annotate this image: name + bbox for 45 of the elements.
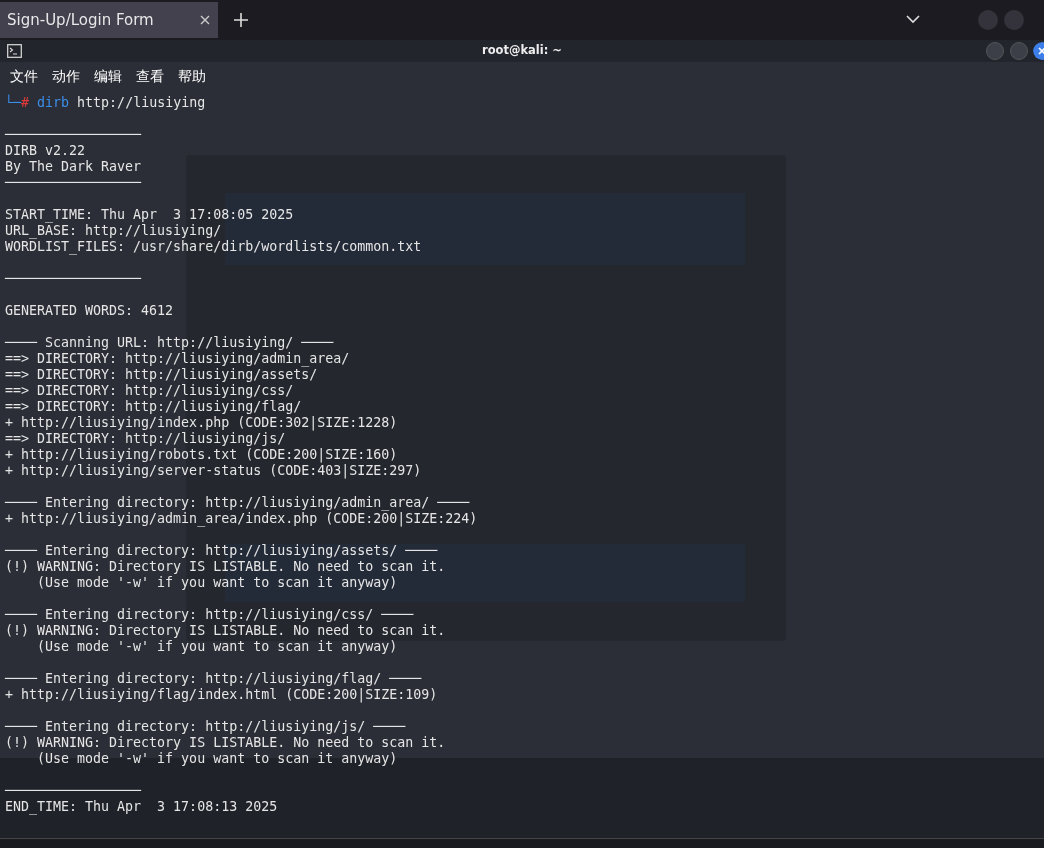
terminal-line: (!) WARNING: Directory IS LISTABLE. No need to scan it. — [5, 559, 446, 574]
terminal-line: (!) WARNING: Directory IS LISTABLE. No need to scan it. — [5, 735, 446, 750]
terminal-line: ==> DIRECTORY: http://liusiying/js/ — [5, 431, 286, 446]
terminal-line: WORDLIST_FILES: /usr/share/dirb/wordlists/common.txt — [5, 239, 422, 254]
chevron-down-icon[interactable] — [905, 12, 921, 26]
window-title: root@kali: ~ — [482, 43, 562, 57]
terminal-line: ==> DIRECTORY: http://liusiying/admin_area/ — [5, 351, 350, 366]
menu-item[interactable]: 动作 — [52, 68, 80, 86]
terminal-line: (!) WARNING: Directory IS LISTABLE. No need to scan it. — [5, 623, 446, 638]
terminal-line: + http://liusiying/admin_area/index.php (CODE:200|SIZE:224) — [5, 511, 478, 526]
terminal-line: + http://liusiying/robots.txt (CODE:200|SIZE:160) — [5, 447, 398, 462]
close-icon[interactable] — [200, 15, 210, 25]
terminal-line: (Use mode '-w' if you want to scan it anyway) — [36, 575, 398, 590]
terminal-line: DIRB v2.22 — [5, 143, 86, 158]
terminal-line: ───────────────── — [5, 783, 142, 798]
terminal-line: ==> DIRECTORY: http://liusiying/flag/ — [5, 399, 302, 414]
terminal-line: ──── Scanning URL: http://liusiying/ ──── — [5, 335, 334, 350]
terminal-line: (Use mode '-w' if you want to scan it anyway) — [36, 751, 398, 766]
plus-icon[interactable] — [232, 11, 250, 29]
terminal-line: ──── Entering directory: http://liusiying/admin_area/ ──── — [5, 495, 470, 510]
terminal-line: ───────────────── — [5, 271, 142, 286]
terminal-line: ──── Entering directory: http://liusiying/css/ ──── — [5, 607, 414, 622]
menu-item[interactable]: 文件 — [10, 68, 38, 86]
terminal-line: ==> DIRECTORY: http://liusiying/assets/ — [5, 367, 318, 382]
terminal-line: START_TIME: Thu Apr 3 17:08:05 2025 — [5, 207, 294, 222]
browser-tab[interactable]: Sign-Up/Login Form — [0, 2, 218, 38]
terminal-line: ───────────────── — [5, 127, 142, 142]
terminal-line: (Use mode '-w' if you want to scan it anyway) — [36, 639, 398, 654]
terminal-line: + http://liusiying/flag/index.html (CODE:200|SIZE:109) — [5, 687, 438, 702]
command-line: └─# dirb http://liusiying — [5, 95, 207, 111]
menu-item[interactable]: 查看 — [136, 68, 164, 86]
terminal-line: ==> DIRECTORY: http://liusiying/css/ — [5, 383, 294, 398]
terminal-line: END_TIME: Thu Apr 3 17:08:13 2025 — [5, 799, 278, 814]
terminal-line: ──── Entering directory: http://liusiying/flag/ ──── — [5, 671, 422, 686]
terminal-line: ──── Entering directory: http://liusiying/js/ ──── — [5, 719, 406, 734]
terminal-icon — [7, 44, 22, 58]
terminal-line: + http://liusiying/server-status (CODE:403|SIZE:297) — [5, 463, 422, 478]
terminal-line: + http://liusiying/index.php (CODE:302|SIZE:1228) — [5, 415, 398, 430]
terminal-line: URL_BASE: http://liusiying/ — [5, 223, 222, 238]
terminal-line: By The Dark Raver — [5, 159, 142, 174]
terminal-line: ───────────────── — [5, 175, 142, 190]
menu-item[interactable]: 帮助 — [178, 68, 206, 86]
terminal-line: ──── Entering directory: http://liusiying/assets/ ──── — [5, 543, 438, 558]
menu-item[interactable]: 编辑 — [94, 68, 122, 86]
terminal-line: GENERATED WORDS: 4612 — [5, 303, 174, 318]
